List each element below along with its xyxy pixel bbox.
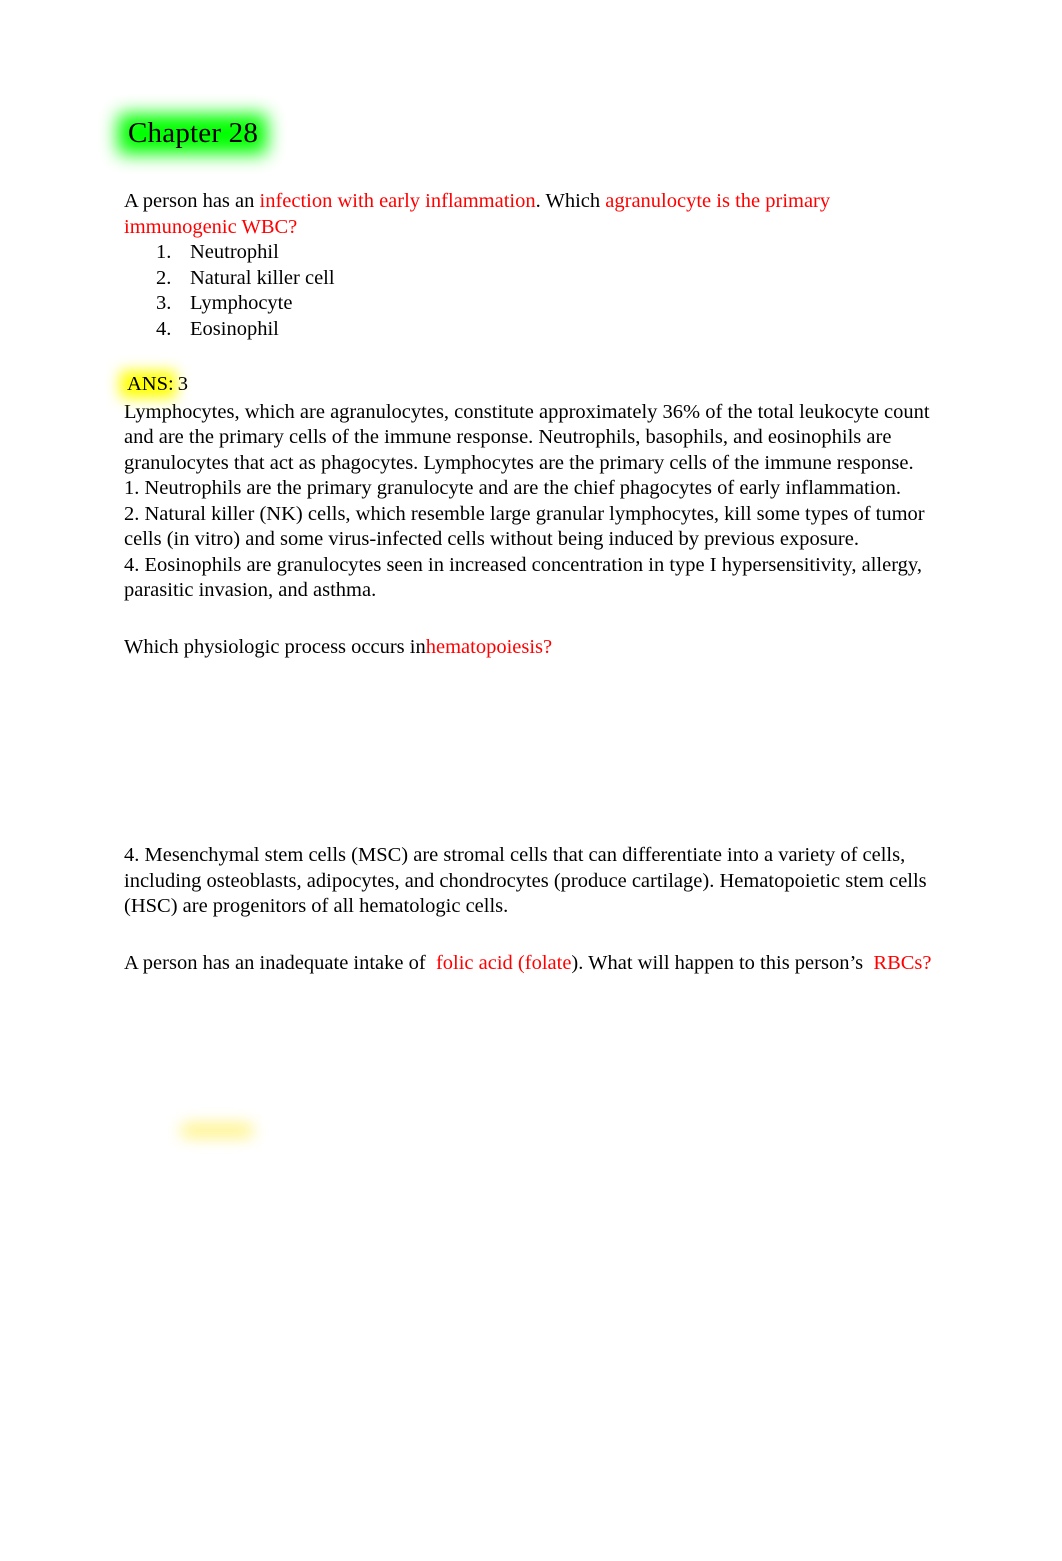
question-3-lead: A person has an inadequate intake of xyxy=(124,951,431,974)
question-1-stem: A person has an infection with early inf… xyxy=(124,189,946,240)
option-label: Eosinophil xyxy=(190,317,279,340)
page-title-text: Chapter 28 xyxy=(128,117,259,149)
question-3-middle: ). What will happen to this person’s xyxy=(571,951,869,974)
question-1-options: 1. Neutrophil 2. Natural killer cell 3. Lym… xyxy=(124,240,946,342)
question-3-emphasis-1: folic acid (folate xyxy=(435,951,572,974)
option-number: 4. xyxy=(156,317,172,340)
question-2-lead: Which physiologic process occurs in xyxy=(124,635,426,658)
question-1-distractor-3: 4. Eosinophils are granulocytes seen in … xyxy=(124,553,922,602)
option-label: Lymphocyte xyxy=(190,292,293,314)
question-1-distractor-2: 2. Natural killer (NK) cells, which rese… xyxy=(124,502,925,551)
option-number: 3. xyxy=(156,292,172,314)
question-1-middle: . Which xyxy=(535,190,601,212)
question-3-emphasis-2: RBCs? xyxy=(873,951,932,974)
question-1-emphasis-1: infection with early inflammation xyxy=(259,190,536,212)
list-item[interactable]: 4. Eosinophil xyxy=(124,317,946,343)
missing-image-placeholder xyxy=(124,660,946,843)
document-page: Chapter 28 A person has an infection wit… xyxy=(0,0,1062,1561)
question-2-stem: Which physiologic process occurs inhemat… xyxy=(124,635,946,661)
question-2-rationale: 4. Mesenchymal stem cells (MSC) are stro… xyxy=(124,844,927,917)
answer-label: ANS: xyxy=(127,373,174,395)
list-item[interactable]: 2. Natural killer cell xyxy=(124,266,946,292)
answer-label-highlight: ANS: xyxy=(120,370,176,400)
question-1-distractor-1: 1. Neutrophils are the primary granulocy… xyxy=(124,477,901,499)
option-label: Neutrophil xyxy=(190,241,279,263)
question-2-emphasis: hematopoiesis? xyxy=(425,635,553,658)
question-1-lead: A person has an xyxy=(124,190,260,212)
option-number: 1. xyxy=(156,241,172,263)
stray-yellow-highlight xyxy=(182,1125,252,1136)
list-item[interactable]: 1. Neutrophil xyxy=(124,240,946,266)
document-content: Chapter 28 A person has an infection wit… xyxy=(118,110,946,977)
page-title: Chapter 28 xyxy=(118,110,268,158)
answer-line: ANS: 3 xyxy=(120,370,946,400)
option-number: 2. xyxy=(156,266,172,289)
question-3-stem: A person has an inadequate intake of fol… xyxy=(124,951,946,977)
question-1-rationale: Lymphocytes, which are agranulocytes, co… xyxy=(124,400,930,474)
answer-value: 3 xyxy=(177,373,188,395)
list-item[interactable]: 3. Lymphocyte xyxy=(124,291,946,317)
option-label: Natural killer cell xyxy=(190,266,335,289)
